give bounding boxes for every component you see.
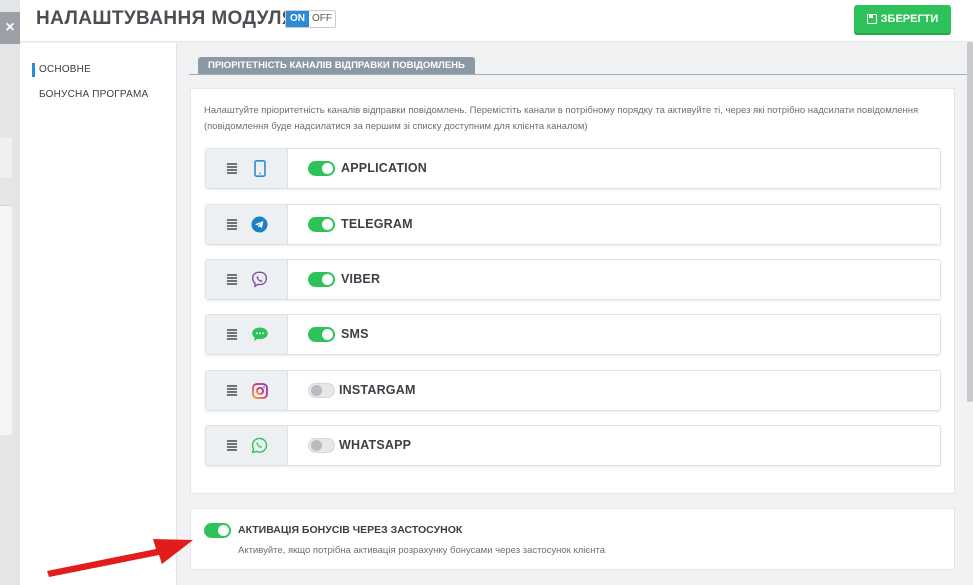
tab-channel-priority[interactable]: ПРІОРІТЕТНІСТЬ КАНАЛІВ ВІДПРАВКИ ПОВІДОМ… — [198, 57, 475, 74]
background-page: × — [0, 0, 20, 585]
viber-icon — [250, 270, 269, 289]
drag-handle-icon[interactable] — [227, 219, 237, 230]
drag-handle-icon[interactable] — [227, 274, 237, 285]
channel-handle-area[interactable] — [206, 371, 288, 410]
channel-handle-area[interactable] — [206, 426, 288, 465]
channel-toggle-telegram[interactable] — [308, 217, 335, 232]
telegram-icon — [250, 215, 269, 234]
main-content: ПРІОРІТЕТНІСТЬ КАНАЛІВ ВІДПРАВКИ ПОВІДОМ… — [177, 43, 973, 585]
module-settings-modal: НАЛАШТУВАННЯ МОДУЛЯ ON OFF ЗБЕРЕГТИ ОСНО… — [20, 0, 973, 585]
channel-row-telegram[interactable]: TELEGRAM — [205, 204, 941, 245]
panel-description: Налаштуйте пріоритетність каналів відпра… — [204, 105, 919, 132]
channel-row-sms[interactable]: SMS — [205, 314, 941, 355]
bonus-activation-title: АКТИВАЦІЯ БОНУСІВ ЧЕРЕЗ ЗАСТОСУНОК — [238, 524, 463, 536]
channel-handle-area[interactable] — [206, 315, 288, 354]
sidebar-item-basic[interactable]: ОСНОВНЕ — [32, 63, 91, 77]
save-button-label: ЗБЕРЕГТИ — [880, 13, 939, 25]
channel-label: TELEGRAM — [341, 217, 413, 231]
instagram-icon — [250, 381, 269, 400]
close-icon[interactable]: × — [0, 12, 20, 44]
channel-label: VIBER — [341, 272, 381, 286]
bonus-activation-toggle[interactable] — [204, 523, 231, 538]
channel-row-whatsapp[interactable]: WHATSAPP — [205, 425, 941, 466]
channel-row-instagram[interactable]: INSTARGAM — [205, 370, 941, 411]
save-button[interactable]: ЗБЕРЕГТИ — [854, 5, 951, 35]
channel-label: INSTARGAM — [339, 383, 416, 397]
vertical-scrollbar[interactable] — [967, 42, 973, 402]
module-on-off-switch[interactable]: ON OFF — [285, 10, 336, 28]
floppy-disk-icon — [866, 14, 877, 24]
channel-toggle-sms[interactable] — [308, 327, 335, 342]
bonus-activation-card: АКТИВАЦІЯ БОНУСІВ ЧЕРЕЗ ЗАСТОСУНОК Актив… — [190, 508, 955, 570]
channel-row-application[interactable]: APPLICATION — [205, 148, 941, 189]
channel-handle-area[interactable] — [206, 260, 288, 299]
whatsapp-icon — [250, 436, 269, 455]
background-panel — [0, 205, 12, 435]
background-strip — [0, 138, 12, 178]
channel-toggle-application[interactable] — [308, 161, 335, 176]
drag-handle-icon[interactable] — [227, 440, 237, 451]
drag-handle-icon[interactable] — [227, 385, 237, 396]
sidebar: ОСНОВНЕ БОНУСНА ПРОГРАМА — [20, 43, 177, 585]
channel-handle-area[interactable] — [206, 205, 288, 244]
channel-toggle-whatsapp[interactable] — [308, 438, 335, 453]
channel-toggle-viber[interactable] — [308, 272, 335, 287]
on-option[interactable]: ON — [286, 11, 309, 27]
drag-handle-icon[interactable] — [227, 163, 237, 174]
channel-label: APPLICATION — [341, 161, 427, 175]
off-option[interactable]: OFF — [309, 11, 335, 27]
sidebar-item-bonus-program[interactable]: БОНУСНА ПРОГРАМА — [32, 88, 148, 102]
channel-toggle-instagram[interactable] — [308, 383, 335, 398]
sms-icon — [250, 325, 269, 344]
channel-label: WHATSAPP — [339, 438, 412, 452]
channel-row-viber[interactable]: VIBER — [205, 259, 941, 300]
modal-header: НАЛАШТУВАННЯ МОДУЛЯ ON OFF ЗБЕРЕГТИ — [20, 0, 973, 42]
channel-label: SMS — [341, 327, 369, 341]
mobile-phone-icon — [250, 159, 269, 178]
channel-handle-area[interactable] — [206, 149, 288, 188]
page-title: НАЛАШТУВАННЯ МОДУЛЯ — [36, 8, 296, 29]
drag-handle-icon[interactable] — [227, 329, 237, 340]
channel-priority-panel: Налаштуйте пріоритетність каналів відпра… — [190, 88, 955, 494]
tab-underline — [189, 74, 973, 75]
bonus-activation-description: Активуйте, якщо потрібна активація розра… — [238, 545, 606, 556]
